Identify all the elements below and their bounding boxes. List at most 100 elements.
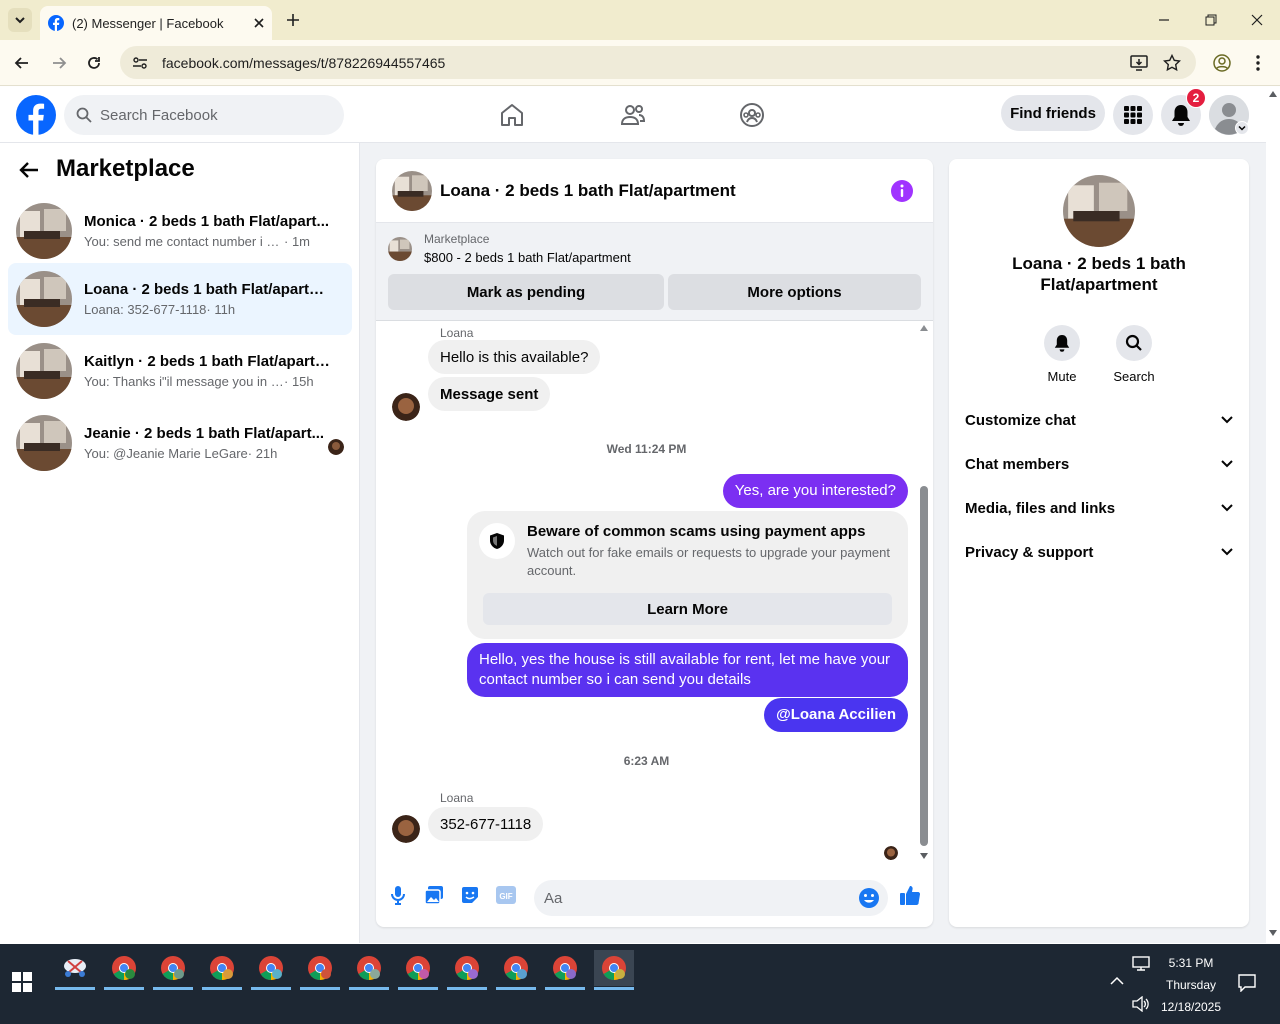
sender-name: Loana	[440, 326, 474, 340]
message-input[interactable]	[544, 889, 844, 907]
message-bubble-incoming[interactable]: Hello is this available?	[428, 340, 601, 374]
bookmark-star-icon[interactable]	[1163, 54, 1181, 72]
chevron-down-icon	[1221, 548, 1233, 556]
install-app-icon[interactable]	[1130, 54, 1148, 72]
learn-more-button[interactable]: Learn More	[483, 593, 892, 625]
new-tab-button[interactable]	[282, 9, 304, 31]
info-name: Loana · 2 beds 1 bath Flat/apartment	[1012, 254, 1186, 294]
start-button[interactable]	[12, 972, 32, 992]
info-icon	[891, 180, 913, 202]
conversation-item-jeanie[interactable]: Jeanie · 2 beds 1 bath Flat/apart... You:…	[8, 411, 352, 475]
taskbar-app-chrome-6[interactable]	[349, 950, 389, 990]
close-window-button[interactable]	[1245, 8, 1269, 32]
taskbar-app-chrome-active[interactable]	[594, 950, 634, 990]
mark-as-pending-button[interactable]: Mark as pending	[388, 274, 664, 310]
system-clock[interactable]: 5:31 PM Thursday 12/18/2025	[1156, 952, 1226, 1018]
chat-title[interactable]: Loana · 2 beds 1 bath Flat/apartment	[440, 181, 736, 201]
conversation-item-loana[interactable]: Loana · 2 beds 1 bath Flat/apartme... Loa…	[8, 263, 352, 335]
info-avatar[interactable]	[1063, 175, 1135, 247]
taskbar-app-chrome-2[interactable]	[153, 950, 193, 990]
gif-button[interactable]: GIF	[494, 883, 518, 907]
read-receipt-avatar	[328, 439, 344, 455]
minimize-button[interactable]	[1152, 8, 1176, 32]
sender-avatar[interactable]	[392, 393, 420, 421]
taskbar-app-chrome-7[interactable]	[398, 950, 438, 990]
search-action[interactable]: Search	[1104, 325, 1164, 384]
browser-menu-button[interactable]	[1246, 51, 1270, 75]
home-nav[interactable]	[492, 97, 532, 133]
voice-clip-button[interactable]	[386, 883, 410, 907]
mention-bubble-outgoing[interactable]: @Loana Accilien	[764, 698, 908, 732]
conversation-item-monica[interactable]: Monica · 2 beds 1 bath Flat/apart... You:…	[8, 199, 352, 263]
minimize-icon	[1159, 19, 1169, 21]
menu-button[interactable]	[1113, 95, 1153, 135]
network-icon[interactable]	[1132, 956, 1150, 972]
taskbar-app-chrome-1[interactable]	[104, 950, 144, 990]
message-bubble-incoming[interactable]: 352-677-1118	[428, 807, 544, 841]
facebook-logo-icon[interactable]	[16, 95, 56, 135]
listing-thumbnail[interactable]	[388, 237, 412, 261]
listing-thumbnail	[16, 271, 72, 327]
friends-nav[interactable]	[613, 97, 653, 133]
section-media-files-links[interactable]: Media, files and links	[965, 488, 1233, 528]
forward-button[interactable]	[47, 51, 71, 75]
site-settings-icon[interactable]	[132, 55, 148, 71]
conversation-item-kaitlyn[interactable]: Kaitlyn · 2 beds 1 bath Flat/apartm... Yo…	[8, 339, 352, 403]
groups-nav[interactable]	[732, 97, 772, 133]
facebook-favicon-icon	[48, 15, 64, 31]
tab-title: (2) Messenger | Facebook	[72, 15, 224, 31]
taskbar-app-chrome-4[interactable]	[251, 950, 291, 990]
sticker-button[interactable]	[458, 883, 482, 907]
close-tab-icon[interactable]	[254, 18, 264, 28]
more-options-button[interactable]: More options	[668, 274, 921, 310]
volume-icon[interactable]	[1132, 996, 1150, 1012]
page-scrollbar[interactable]	[1266, 87, 1280, 943]
profile-button[interactable]	[1210, 51, 1234, 75]
back-arrow-button[interactable]	[18, 159, 40, 181]
taskbar-app-snipping[interactable]	[55, 950, 95, 990]
running-indicator	[104, 987, 144, 990]
search-icon	[1125, 334, 1142, 351]
search-input[interactable]	[100, 106, 320, 124]
taskbar-app-chrome-3[interactable]	[202, 950, 242, 990]
listing-thumbnail	[16, 415, 72, 471]
message-bubble-outgoing[interactable]: Hello, yes the house is still available …	[467, 643, 908, 697]
conversation-preview: Loana: 352-677-1118	[84, 302, 207, 317]
message-bubble-incoming[interactable]: Message sent	[428, 377, 551, 411]
action-center-button[interactable]	[1238, 974, 1256, 992]
taskbar-app-chrome-5[interactable]	[300, 950, 340, 990]
running-indicator	[447, 987, 487, 990]
back-button[interactable]	[10, 51, 34, 75]
restore-button[interactable]	[1199, 8, 1223, 32]
account-avatar[interactable]	[1209, 95, 1249, 135]
emoji-button[interactable]	[858, 887, 880, 909]
message-thread[interactable]: Loana Hello is this available? Message s…	[376, 321, 933, 863]
like-button[interactable]	[898, 883, 922, 907]
facebook-search[interactable]	[64, 95, 344, 135]
mute-action[interactable]: Mute	[1032, 325, 1092, 384]
section-customize-chat[interactable]: Customize chat	[965, 400, 1233, 440]
taskbar-app-chrome-9[interactable]	[496, 950, 536, 990]
message-bubble-outgoing[interactable]: Yes, are you interested?	[722, 474, 908, 508]
attach-photo-button[interactable]	[422, 883, 446, 907]
section-chat-members[interactable]: Chat members	[965, 444, 1233, 484]
section-privacy-support[interactable]: Privacy & support	[965, 532, 1233, 572]
account-chevron[interactable]	[1235, 121, 1249, 135]
conversation-info-button[interactable]	[891, 180, 913, 202]
tab-search-button[interactable]	[8, 8, 32, 32]
find-friends-button[interactable]: Find friends	[1001, 95, 1105, 131]
messenger-page: Marketplace Monica · 2 beds 1 bath Flat/…	[0, 143, 1266, 943]
address-bar[interactable]: facebook.com/messages/t/878226944557465	[120, 46, 1196, 79]
running-indicator	[545, 987, 585, 990]
reload-button[interactable]	[82, 51, 106, 75]
url-text[interactable]: facebook.com/messages/t/878226944557465	[162, 55, 445, 71]
chat-avatar[interactable]	[392, 170, 432, 211]
show-hidden-icons-button[interactable]	[1110, 976, 1124, 986]
thread-scrollbar-thumb[interactable]	[920, 486, 928, 846]
listing-title[interactable]: $800 - 2 beds 1 bath Flat/apartment	[424, 250, 631, 265]
sender-avatar[interactable]	[392, 815, 420, 843]
browser-tab[interactable]: (2) Messenger | Facebook	[40, 6, 272, 40]
taskbar-app-chrome-8[interactable]	[447, 950, 487, 990]
taskbar-app-chrome-10[interactable]	[545, 950, 585, 990]
conversation-name: Kaitlyn · 2 beds 1 bath Flat/apartm...	[84, 353, 334, 370]
